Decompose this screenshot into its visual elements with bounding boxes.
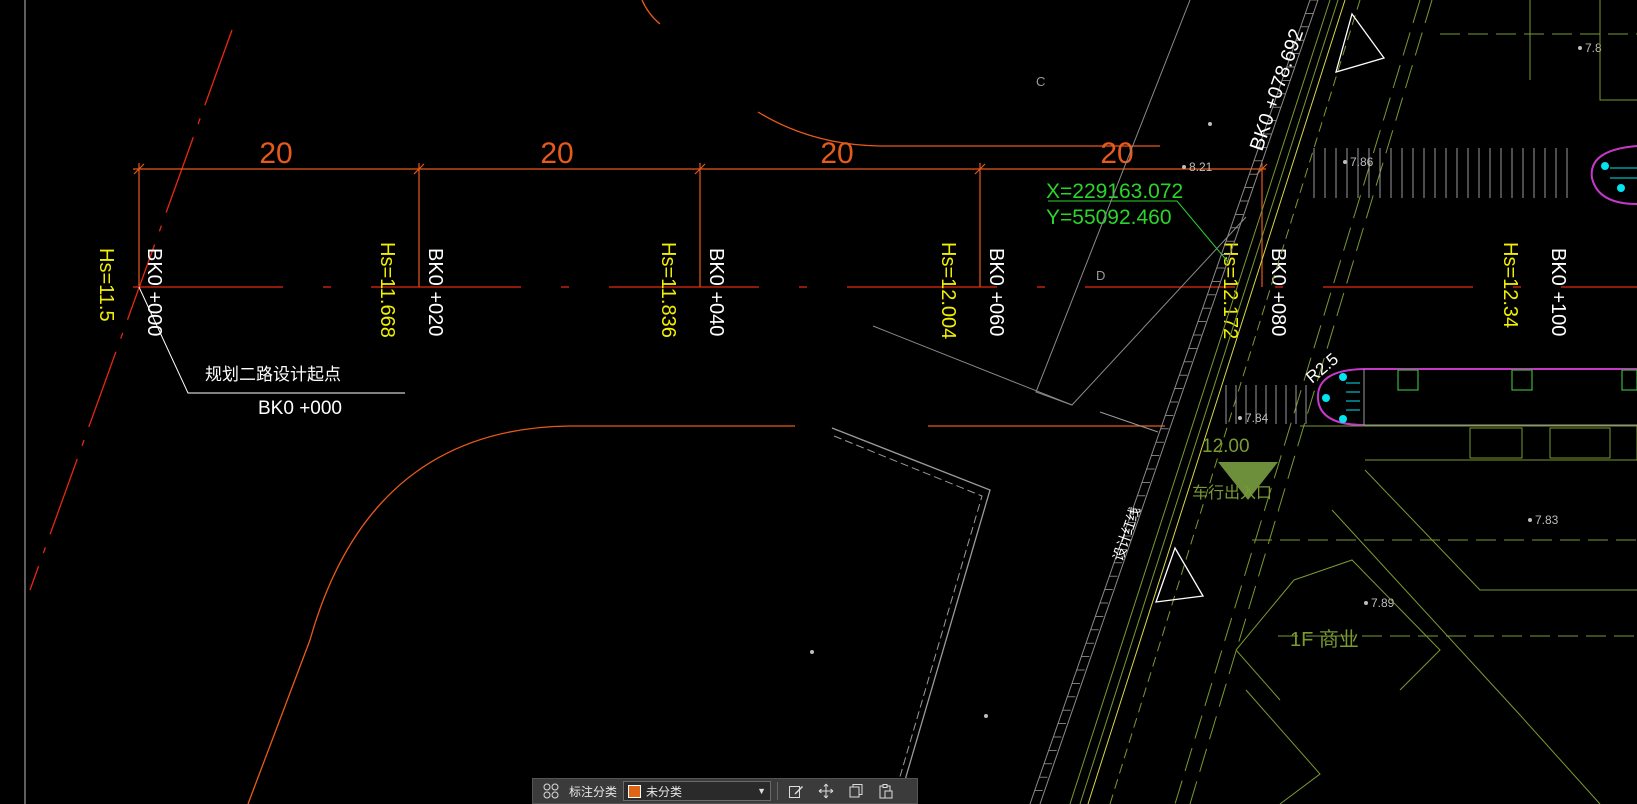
start-point-note: 规划二路设计起点: [205, 365, 341, 384]
dim-text-1: 20: [259, 137, 292, 170]
station-label-4: BK0 +080: [1267, 248, 1289, 336]
dim-text-3: 20: [820, 137, 853, 170]
station-label-0: BK0 +000: [143, 248, 165, 336]
zone-letter-c: C: [1036, 74, 1045, 89]
station-label-2: BK0 +040: [705, 248, 727, 336]
cad-drawing-canvas[interactable]: 20 20 20 20 BK0 +000 Hs=11.5 BK0 +020 Hs…: [0, 0, 1637, 804]
elevation-78: 7.8: [1585, 41, 1602, 55]
move-icon[interactable]: [814, 781, 838, 801]
dim-text-2: 20: [540, 137, 573, 170]
annotation-category-label: 标注分类: [569, 784, 618, 799]
zone-letter-d: D: [1096, 268, 1105, 283]
station-label-5: BK0 +100: [1547, 248, 1569, 336]
hs-label-5: Hs=12.34: [1499, 242, 1521, 328]
dim-text-4: 20: [1100, 137, 1133, 170]
toolbar-separator: [777, 782, 779, 800]
annotation-toolbar: 标注分类 未分类 ▼: [532, 778, 918, 804]
hs-label-4: Hs=12.172: [1219, 242, 1241, 339]
elevation-784: 7.84: [1245, 411, 1269, 425]
copy-icon[interactable]: [844, 781, 868, 801]
hs-label-3: Hs=12.004: [937, 242, 959, 339]
hs-label-1: Hs=11.668: [376, 242, 398, 338]
hs-label-2: Hs=11.836: [657, 242, 679, 338]
coordinate-y: Y=55092.460: [1046, 206, 1172, 229]
canvas-background: [0, 0, 1637, 804]
elevation-783: 7.83: [1535, 513, 1559, 527]
start-point-station: BK0 +000: [258, 398, 342, 419]
elevation-786: 7.86: [1350, 155, 1374, 169]
station-label-3: BK0 +060: [985, 248, 1007, 336]
edit-icon[interactable]: [784, 781, 808, 801]
grid-apps-icon[interactable]: [539, 781, 563, 801]
width-label: 12.00: [1202, 436, 1250, 457]
building-use-label: 1F 商业: [1290, 628, 1359, 651]
elevation-821: 8.21: [1189, 160, 1213, 174]
vehicle-entrance-label: 车行出入口: [1192, 484, 1272, 502]
category-color-swatch: [628, 784, 642, 798]
category-selected-value: 未分类: [646, 784, 683, 799]
hs-label-0: Hs=11.5: [95, 248, 117, 322]
chevron-down-icon: ▼: [757, 786, 767, 796]
station-label-1: BK0 +020: [424, 248, 446, 336]
annotation-category-select[interactable]: 未分类 ▼: [623, 781, 772, 801]
paste-icon[interactable]: [874, 781, 898, 801]
elevation-789: 7.89: [1371, 596, 1395, 610]
